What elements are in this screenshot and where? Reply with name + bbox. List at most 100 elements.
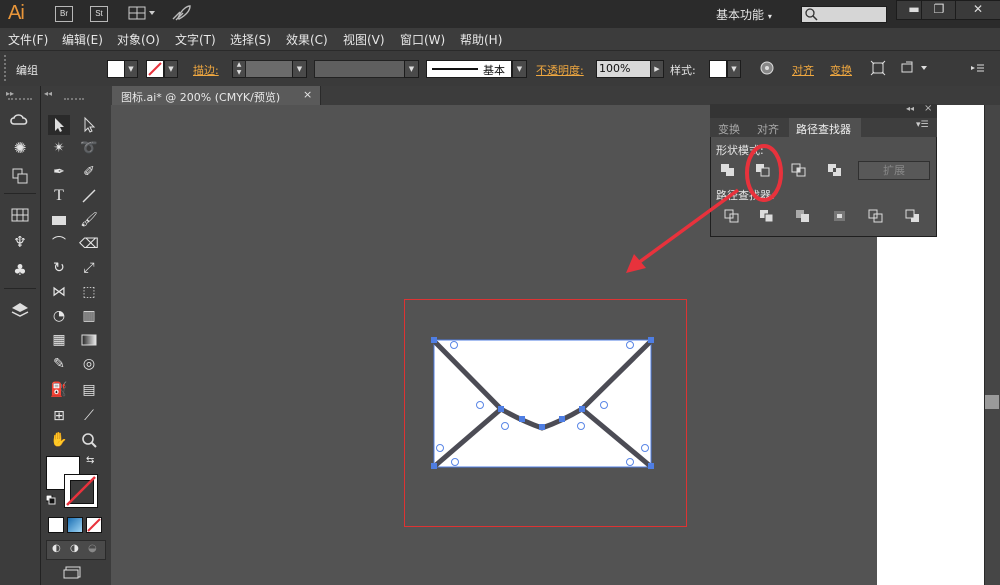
collapse-panel-icon[interactable]: ◂◂ [906, 104, 914, 113]
menu-effect[interactable]: 效果(C) [286, 31, 328, 48]
bridge-button[interactable]: Br [55, 6, 73, 22]
fill-dropdown[interactable]: ▼ [124, 60, 138, 78]
hand-tool[interactable]: ✋ [48, 430, 70, 450]
workspace-switcher[interactable]: 基本功能 ▾ [716, 6, 772, 23]
menu-view[interactable]: 视图(V) [343, 31, 385, 48]
mesh-tool[interactable]: ▦ [48, 330, 70, 350]
draw-normal-icon[interactable]: ◐ [52, 543, 61, 554]
menu-file[interactable]: 文件(F) [8, 31, 48, 48]
variable-width-profile[interactable] [314, 60, 406, 78]
type-tool[interactable]: T [48, 186, 70, 206]
stroke-color-box[interactable] [64, 474, 98, 508]
scale-tool[interactable]: ⤢ [78, 258, 100, 278]
graphic-style-swatch[interactable] [709, 60, 727, 78]
lasso-tool[interactable]: ➰ [78, 138, 100, 158]
menu-type[interactable]: 文字(T) [175, 31, 216, 48]
paintbrush-tool[interactable]: 🖌 [78, 210, 100, 230]
close-window-button[interactable]: ✕ [955, 0, 1000, 20]
zoom-tool[interactable] [78, 430, 100, 450]
artboard-tool[interactable]: ⊞ [48, 406, 70, 426]
menu-edit[interactable]: 编辑(E) [62, 31, 103, 48]
fill-swatch[interactable] [107, 60, 125, 78]
column-graph-tool[interactable]: ▤ [78, 380, 100, 400]
gradient-tool[interactable] [78, 330, 100, 350]
stroke-weight-input[interactable] [245, 60, 293, 78]
transform-panel-button[interactable] [8, 165, 32, 185]
recolor-artwork-button[interactable] [759, 60, 775, 76]
cc-libraries-button[interactable] [8, 110, 32, 130]
restore-button[interactable]: ❐ [921, 0, 957, 20]
layers-panel-button[interactable] [8, 300, 32, 320]
graph-tool[interactable]: ▥ [78, 306, 100, 326]
menu-object[interactable]: 对象(O) [117, 31, 160, 48]
variable-width-dropdown[interactable]: ▼ [404, 60, 419, 78]
menu-window[interactable]: 窗口(W) [400, 31, 445, 48]
transform-options-button[interactable] [900, 60, 930, 76]
panel-menu-icon[interactable]: ▾☰ [916, 120, 929, 130]
opacity-panel-link[interactable]: 不透明度: [536, 62, 584, 78]
none-mode-button[interactable] [86, 517, 102, 533]
swap-colors-icon[interactable]: ⇆ [86, 455, 94, 466]
symbols-panel-button[interactable]: ♣ [8, 260, 32, 280]
outline-button[interactable] [868, 209, 884, 223]
envelope-artwork[interactable] [404, 299, 688, 528]
expand-panels-icon[interactable]: ▸▸ [6, 89, 14, 98]
color-mode-button[interactable] [48, 517, 64, 533]
opacity-slider-button[interactable]: ▶ [650, 60, 664, 78]
eraser-tool[interactable]: ⌫ [78, 234, 100, 254]
opacity-input[interactable]: 100% [596, 60, 652, 78]
transform-panel-link[interactable]: 变换 [830, 62, 852, 78]
control-bar-menu-button[interactable] [968, 60, 986, 76]
free-transform-tool[interactable]: ⬚ [78, 282, 100, 302]
drawing-modes[interactable]: ◐ ◑ ◒ [46, 540, 106, 560]
graphic-style-dropdown[interactable]: ▼ [727, 60, 741, 78]
gradient-mode-button[interactable] [67, 517, 83, 533]
line-tool[interactable] [78, 186, 100, 206]
expand-button[interactable]: 扩展 [858, 161, 930, 180]
default-colors-icon[interactable] [45, 494, 56, 505]
swatches-panel-button[interactable] [8, 205, 32, 225]
direct-selection-tool[interactable] [78, 115, 100, 135]
close-tab-icon[interactable]: × [303, 88, 312, 101]
dock-grip[interactable] [8, 98, 32, 103]
shape-builder-tool[interactable]: ◔ [48, 306, 70, 326]
slice-tool[interactable]: ⟋ [78, 406, 100, 426]
crop-button[interactable] [832, 209, 848, 223]
stock-button[interactable]: St [90, 6, 108, 22]
symbol-sprayer-tool[interactable]: ⛽ [48, 380, 70, 400]
shaper-tool[interactable]: ⌒ [48, 234, 70, 254]
screen-mode-button[interactable] [62, 564, 84, 580]
toolbox-grip[interactable] [64, 98, 84, 103]
draw-inside-icon[interactable]: ◒ [88, 543, 97, 554]
scrollbar-thumb[interactable] [985, 395, 999, 409]
panel-header[interactable]: ◂◂ × [710, 103, 937, 118]
stroke-panel-link[interactable]: 描边: [193, 62, 219, 78]
width-tool[interactable]: ⋈ [48, 282, 70, 302]
rectangle-tool[interactable] [48, 210, 70, 230]
curvature-tool[interactable]: ✐ [78, 162, 100, 182]
close-panel-icon[interactable]: × [924, 103, 932, 114]
pen-tool[interactable]: ✒ [48, 162, 70, 182]
align-panel-link[interactable]: 对齐 [792, 62, 814, 78]
color-panel-button[interactable]: ✺ [8, 138, 32, 158]
minus-back-button[interactable] [905, 209, 921, 223]
draw-behind-icon[interactable]: ◑ [70, 543, 79, 554]
brush-dropdown[interactable]: ▼ [512, 60, 527, 78]
exclude-button[interactable] [827, 163, 843, 177]
stroke-weight-dropdown[interactable]: ▼ [292, 60, 307, 78]
magic-wand-tool[interactable]: ✴ [48, 138, 70, 158]
isolate-group-button[interactable] [870, 60, 886, 76]
menu-select[interactable]: 选择(S) [230, 31, 271, 48]
arrange-documents-button[interactable] [128, 6, 158, 20]
vertical-scrollbar[interactable] [984, 105, 1000, 585]
eyedropper-tool[interactable]: ✎ [48, 354, 70, 374]
blend-tool[interactable]: ◎ [78, 354, 100, 374]
stroke-dropdown[interactable]: ▼ [164, 60, 178, 78]
control-bar-grip[interactable] [4, 55, 9, 81]
collapse-toolbox-icon[interactable]: ◂◂ [44, 89, 52, 98]
document-tab[interactable]: 图标.ai* @ 200% (CMYK/预览) × [112, 86, 321, 105]
selection-tool[interactable] [48, 115, 70, 135]
stroke-weight-stepper[interactable]: ▲ ▼ [232, 60, 246, 78]
help-search-input[interactable] [801, 6, 887, 23]
brushes-panel-button[interactable]: ♆ [8, 232, 32, 252]
